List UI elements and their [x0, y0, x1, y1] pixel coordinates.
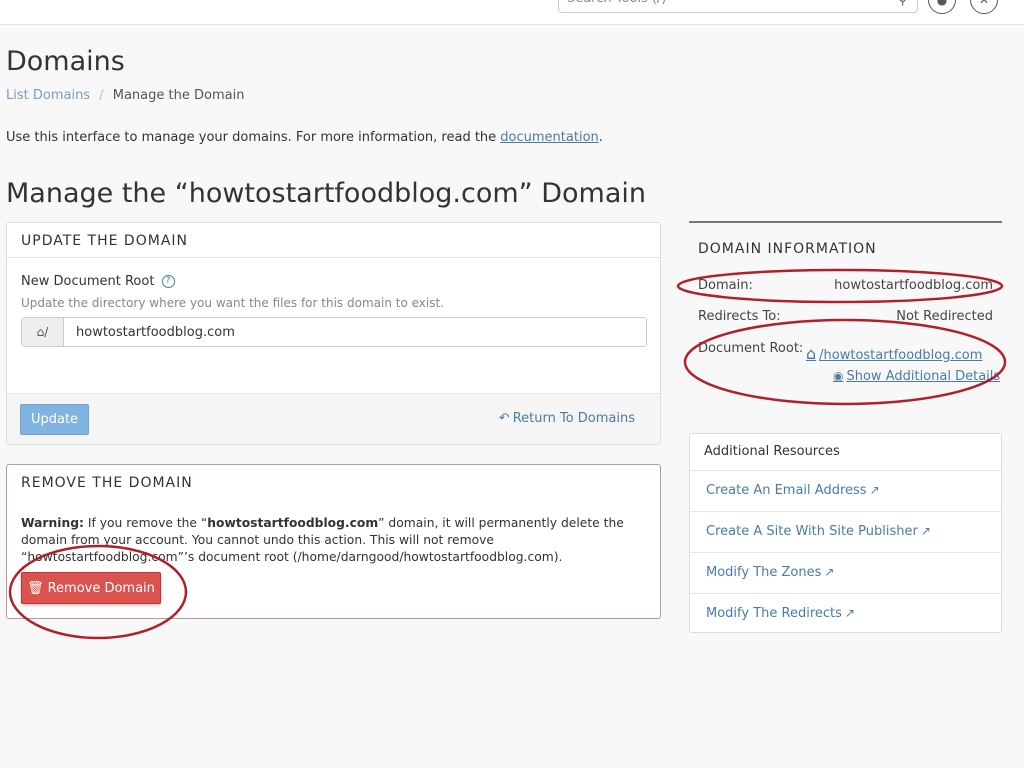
info-row-domain: Domain: howtostartfoodblog.com [698, 278, 993, 293]
user-menu-button[interactable]: ✕ [970, 0, 998, 14]
resource-label: Modify The Redirects [706, 606, 842, 621]
update-domain-panel: UPDATE THE DOMAIN New Document Root ? Up… [6, 222, 661, 445]
domain-info-title: DOMAIN INFORMATION [698, 241, 877, 257]
user-icon: ✕ [978, 0, 990, 7]
remove-button-label: Remove Domain [47, 580, 155, 596]
search-placeholder: Search Tools (/) [567, 0, 666, 6]
remove-domain-panel: REMOVE THE DOMAIN Warning: If you remove… [6, 464, 661, 619]
notifications-button[interactable]: ● [928, 0, 956, 14]
intro-text: Use this interface to manage your domain… [6, 130, 603, 145]
breadcrumb: List Domains / Manage the Domain [6, 88, 244, 103]
search-tools-input[interactable]: Search Tools (/) ⚲ [558, 0, 918, 13]
field-label-text: New Document Root [21, 274, 155, 289]
document-root-link[interactable]: ⌂/howtostartfoodblog.com [806, 344, 982, 363]
remove-warning-text: Warning: If you remove the “howtostartfo… [21, 515, 651, 566]
home-icon: ⌂ [806, 344, 817, 363]
remove-domain-heading: REMOVE THE DOMAIN [21, 475, 193, 491]
new-document-root-label: New Document Root ? [21, 274, 175, 289]
domain-label: Domain: [698, 278, 753, 293]
redirects-value: Not Redirected [896, 309, 993, 324]
resource-label: Create An Email Address [706, 483, 867, 498]
remove-domain-button[interactable]: 🗑 Remove Domain [21, 572, 161, 604]
document-root-input-group: ⌂/ [21, 317, 647, 347]
return-link-label: Return To Domains [512, 411, 635, 426]
home-icon: ⌂/ [36, 325, 49, 339]
external-link-icon: ↗ [844, 606, 855, 620]
document-root-input[interactable] [64, 318, 646, 346]
resource-modify-zones[interactable]: Modify The Zones ↗ [690, 553, 1001, 594]
reply-arrow-icon: ↶ [498, 411, 510, 426]
home-directory-addon: ⌂/ [22, 318, 64, 346]
manage-domain-title: Manage the “howtostartfoodblog.com” Doma… [6, 178, 646, 209]
redirects-label: Redirects To: [698, 309, 781, 324]
update-button[interactable]: Update [20, 404, 89, 435]
eye-icon: ◉ [833, 369, 844, 383]
resource-create-email[interactable]: Create An Email Address ↗ [690, 471, 1001, 512]
return-to-domains-link[interactable]: ↶ Return To Domains [499, 411, 635, 426]
resource-modify-redirects[interactable]: Modify The Redirects ↗ [690, 594, 1001, 635]
help-icon[interactable]: ? [161, 275, 175, 288]
intro-end: . [598, 130, 603, 145]
external-link-icon: ↗ [824, 565, 835, 579]
trash-icon: 🗑 [27, 580, 44, 596]
update-domain-heading: UPDATE THE DOMAIN [7, 223, 660, 258]
breadcrumb-current: Manage the Domain [112, 88, 245, 103]
docroot-value: /howtostartfoodblog.com [819, 348, 983, 363]
bell-icon: ● [936, 0, 948, 7]
update-panel-footer: Update ↶ Return To Domains [7, 393, 660, 444]
page-title: Domains [6, 46, 125, 77]
external-link-icon: ↗ [920, 524, 931, 538]
info-row-redirects: Redirects To: Not Redirected [698, 309, 993, 324]
breadcrumb-list-domains[interactable]: List Domains [6, 88, 90, 103]
resource-label: Create A Site With Site Publisher [706, 524, 918, 539]
documentation-link[interactable]: documentation [500, 130, 598, 145]
additional-resources-panel: Additional Resources Create An Email Add… [689, 433, 1002, 633]
intro-sentence: Use this interface to manage your domain… [6, 130, 501, 145]
breadcrumb-separator: / [99, 88, 104, 103]
docroot-label: Document Root: [698, 341, 804, 356]
resource-site-publisher[interactable]: Create A Site With Site Publisher ↗ [690, 512, 1001, 553]
warning-text-part1: If you remove the “ [83, 516, 208, 530]
field-help-text: Update the directory where you want the … [21, 296, 444, 310]
resource-label: Modify The Zones [706, 565, 822, 580]
top-bar: Search Tools (/) ⚲ ● ✕ [0, 0, 1024, 25]
resources-heading: Additional Resources [690, 434, 1001, 471]
warning-domain: howtostartfoodblog.com [207, 516, 379, 530]
show-additional-details-link[interactable]: ◉ Show Additional Details [833, 369, 1000, 384]
domain-info-divider [689, 221, 1002, 223]
warning-label: Warning: [21, 516, 84, 530]
external-link-icon: ↗ [869, 483, 880, 497]
search-icon: ⚲ [898, 0, 907, 7]
show-details-label: Show Additional Details [846, 369, 1001, 384]
domain-value: howtostartfoodblog.com [834, 278, 993, 293]
